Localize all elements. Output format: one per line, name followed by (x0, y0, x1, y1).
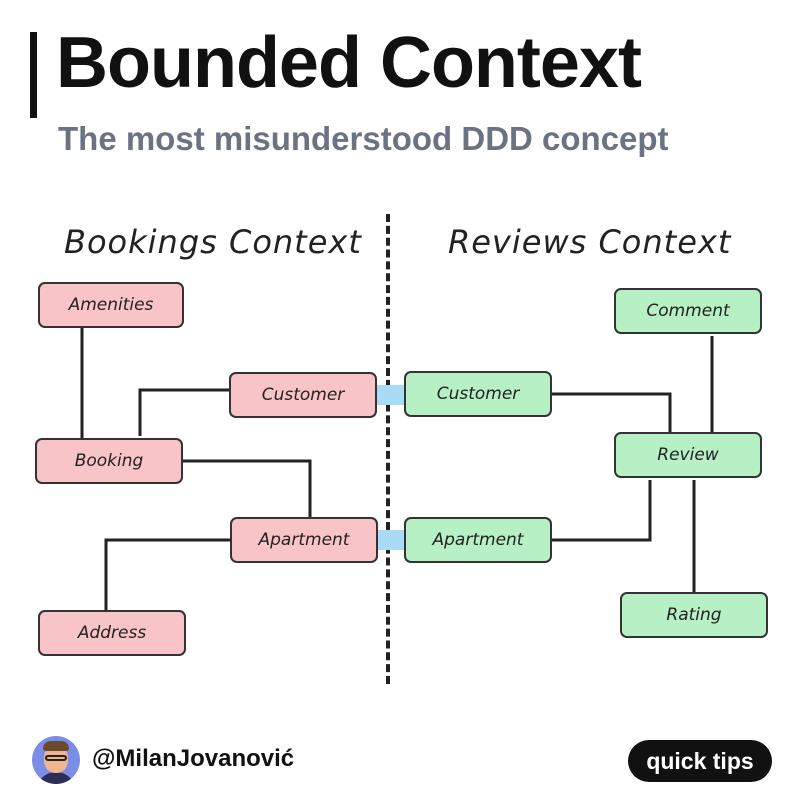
reviews-apartment-box: Apartment (404, 517, 552, 563)
line-booking-customer (138, 388, 230, 436)
reviews-comment-box: Comment (614, 288, 762, 334)
bookings-customer-box: Customer (229, 372, 377, 418)
shared-apartment-link (376, 530, 404, 550)
line-address-apartment (104, 538, 230, 610)
bookings-apartment-box: Apartment (230, 517, 378, 563)
quick-tips-badge: quick tips (628, 740, 772, 782)
author-avatar (32, 736, 80, 784)
shared-customer-link (376, 385, 404, 405)
bookings-amenities-box: Amenities (38, 282, 184, 328)
author-handle: @MilanJovanović (92, 745, 295, 772)
line-apartment-review (552, 480, 652, 542)
reviews-customer-box: Customer (404, 371, 552, 417)
line-customer-review (551, 392, 672, 432)
line-booking-apartment (182, 459, 312, 518)
reviews-rating-box: Rating (620, 592, 768, 638)
bookings-booking-box: Booking (35, 438, 183, 484)
bookings-address-box: Address (38, 610, 186, 656)
reviews-review-box: Review (614, 432, 762, 478)
